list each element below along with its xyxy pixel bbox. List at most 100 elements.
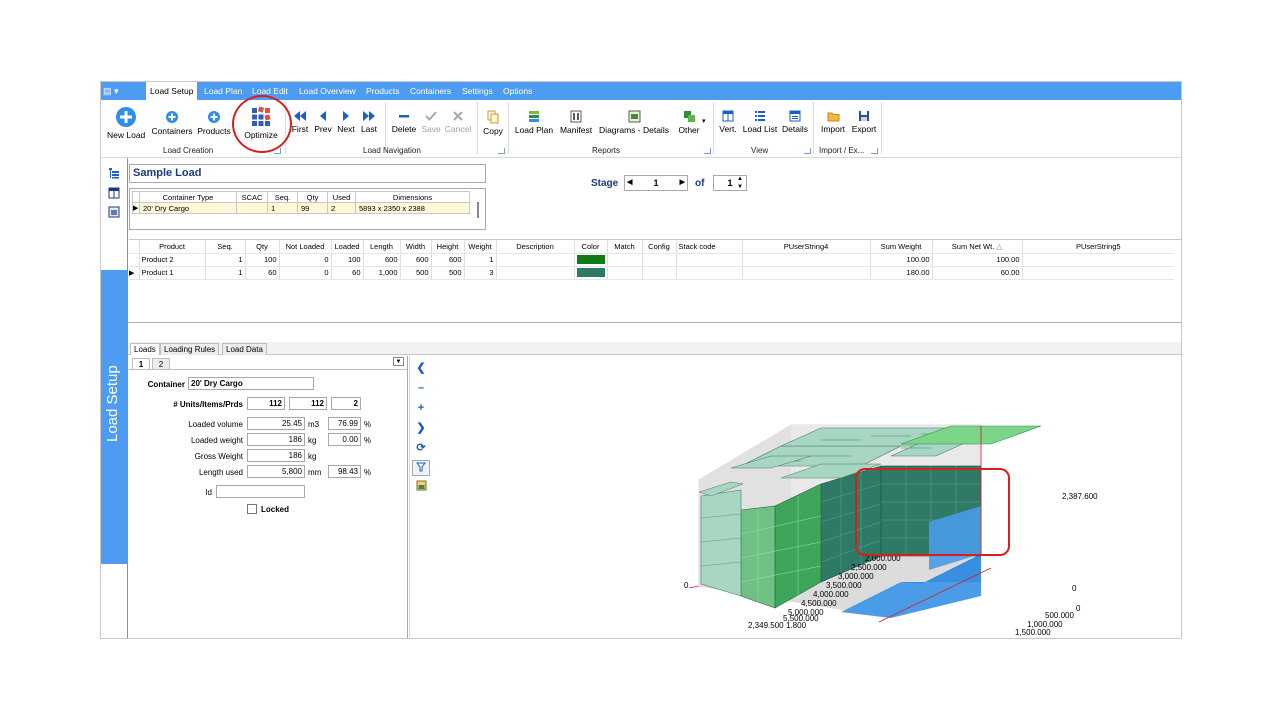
items-field[interactable]: 112	[289, 397, 327, 410]
column-header[interactable]: Stack code	[676, 240, 743, 254]
arrow-right-icon[interactable]: ▶	[680, 176, 685, 190]
load-list-button[interactable]: Load List	[742, 110, 778, 134]
tab-containers[interactable]: Containers	[406, 82, 455, 100]
zoom-out-icon[interactable]: –	[412, 380, 430, 396]
color-swatch[interactable]	[576, 268, 605, 278]
tab-load-data[interactable]: Load Data	[222, 343, 267, 355]
column-header[interactable]: PUserString5	[1022, 240, 1174, 254]
load-name-field[interactable]: Sample Load	[129, 164, 486, 183]
vert-button[interactable]: Vert.	[717, 110, 739, 134]
inner-tab-1[interactable]: 1	[132, 358, 150, 369]
column-header[interactable]: Used	[327, 191, 356, 203]
chevron-left-icon[interactable]: ❮	[412, 360, 430, 376]
column-header[interactable]: Config	[642, 240, 677, 254]
column-header[interactable]: Color	[574, 240, 608, 254]
stage-input[interactable]: ◀ 1 ▶	[624, 175, 688, 191]
spinner-icon[interactable]: ▲ ▼	[737, 175, 743, 191]
tab-load-overview[interactable]: Load Overview	[295, 82, 360, 100]
zoom-in-icon[interactable]: +	[412, 400, 430, 416]
save-button[interactable]: Save	[420, 110, 442, 134]
length-used-pct-field[interactable]: 98.43	[328, 465, 361, 478]
column-header[interactable]: Sum Net Wt. △	[932, 240, 1023, 254]
column-header[interactable]: Seq.	[267, 191, 298, 203]
prds-field[interactable]: 2	[331, 397, 361, 410]
tab-loading-rules[interactable]: Loading Rules	[160, 343, 220, 355]
column-header[interactable]: Height	[431, 240, 465, 254]
length-used-field[interactable]: 5,800	[247, 465, 305, 478]
column-header[interactable]: Width	[400, 240, 432, 254]
splitter[interactable]	[128, 322, 1181, 323]
other-button[interactable]: Other	[674, 110, 704, 135]
cancel-button[interactable]: Cancel	[444, 110, 472, 134]
tab-loads[interactable]: Loads	[130, 343, 160, 355]
column-header[interactable]: Loaded	[331, 240, 364, 254]
empty-space-highlight	[855, 468, 1010, 556]
arrow-left-icon[interactable]: ◀	[627, 176, 632, 190]
rotate-icon[interactable]: ⟳	[412, 440, 430, 456]
containers-button[interactable]: Containers	[151, 110, 193, 136]
column-header[interactable]: SCAC	[236, 191, 268, 203]
gross-weight-field[interactable]: 186	[247, 449, 305, 462]
tab-products[interactable]: Products	[362, 82, 404, 100]
panel-icon[interactable]	[108, 187, 120, 199]
tab-load-setup[interactable]: Load Setup	[146, 82, 198, 100]
first-button[interactable]: First	[289, 110, 311, 134]
group-launcher[interactable]	[704, 148, 711, 154]
chevron-down-icon[interactable]: ▼	[393, 357, 404, 366]
copy-button[interactable]: Copy	[481, 110, 505, 136]
inner-tab-2[interactable]: 2	[152, 358, 170, 369]
import-button[interactable]: Import	[818, 110, 848, 134]
table-row[interactable]: ▶ 20' Dry Cargo 1 99 2 5893 x 2350 x 238…	[132, 202, 470, 214]
group-launcher[interactable]	[871, 148, 878, 154]
loaded-volume-field[interactable]: 25.45	[247, 417, 305, 430]
loaded-weight-field[interactable]: 186	[247, 433, 305, 446]
stage-total-input[interactable]: 1 ▲ ▼	[713, 175, 747, 191]
load-plan-button[interactable]: Load Plan	[513, 110, 555, 135]
column-header[interactable]: Container Type	[139, 191, 237, 203]
color-swatch[interactable]	[576, 255, 605, 265]
column-header[interactable]: Match	[607, 240, 643, 254]
container-field[interactable]: 20' Dry Cargo	[188, 377, 314, 390]
column-header[interactable]: Qty	[297, 191, 328, 203]
column-header[interactable]: Description	[496, 240, 575, 254]
chevron-right-icon[interactable]: ❯	[412, 420, 430, 436]
group-launcher[interactable]	[804, 148, 811, 154]
group-launcher[interactable]	[498, 148, 505, 154]
table-row[interactable]: ▶ Product 1 1 60 0 60 1,000 500 500 3 18…	[129, 266, 1174, 280]
app-menu-button[interactable]: ▤ ▾	[103, 84, 129, 98]
column-header[interactable]: Not Loaded	[279, 240, 332, 254]
table-row[interactable]: Product 2 1 100 0 100 600 600 600 1 100.…	[129, 253, 1174, 267]
products-button[interactable]: Products	[197, 110, 231, 136]
details-button[interactable]: Details	[781, 110, 809, 134]
locked-checkbox[interactable]	[247, 504, 257, 514]
column-header[interactable]: Product	[139, 240, 206, 254]
loaded-volume-pct-field[interactable]: 76.99	[328, 417, 361, 430]
manifest-button[interactable]: Manifest	[558, 110, 594, 135]
tab-options[interactable]: Options	[499, 82, 536, 100]
picture-icon[interactable]	[108, 206, 120, 218]
units-field[interactable]: 112	[247, 397, 285, 410]
loaded-weight-pct-field[interactable]: 0.00	[328, 433, 361, 446]
diagrams-button[interactable]: Diagrams - Details	[597, 110, 671, 135]
next-button[interactable]: Next	[336, 110, 356, 134]
column-header[interactable]: Length	[363, 240, 401, 254]
image-settings-icon[interactable]	[412, 480, 430, 496]
export-button[interactable]: Export	[850, 110, 878, 134]
column-header[interactable]: Weight	[464, 240, 497, 254]
column-header[interactable]: Qty	[245, 240, 280, 254]
last-button[interactable]: Last	[359, 110, 379, 134]
scrollbar[interactable]	[477, 202, 479, 218]
tab-settings[interactable]: Settings	[458, 82, 497, 100]
column-header[interactable]: Seq.	[205, 240, 246, 254]
column-header[interactable]: Sum Weight	[870, 240, 933, 254]
prev-button[interactable]: Prev	[313, 110, 333, 134]
column-header[interactable]: Dimensions	[355, 191, 470, 203]
new-load-button[interactable]: New Load	[107, 106, 145, 140]
chevron-down-icon[interactable]: ▾	[702, 117, 706, 125]
filter-icon[interactable]	[412, 460, 430, 476]
column-header[interactable]: PUserString4	[742, 240, 871, 254]
delete-button[interactable]: Delete	[391, 110, 417, 134]
tree-icon[interactable]	[108, 167, 120, 179]
id-field[interactable]	[216, 485, 305, 498]
tab-load-plan[interactable]: Load Plan	[200, 82, 246, 100]
